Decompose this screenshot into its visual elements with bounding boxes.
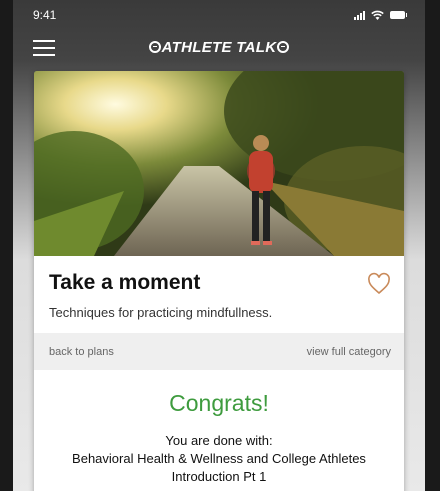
status-time: 9:41: [33, 8, 57, 22]
view-full-category-link[interactable]: view full category: [307, 346, 391, 358]
signal-icon: [354, 10, 365, 20]
wifi-icon: [371, 10, 384, 20]
status-bar: 9:41: [13, 0, 425, 30]
congrats-heading: Congrats!: [169, 390, 269, 416]
course-title-line-2: Introduction Pt 1: [171, 469, 267, 484]
done-label: You are done with:: [165, 433, 273, 448]
logo-text: ATHLETE TALK: [161, 39, 277, 56]
completion-section: Congrats! You are done with: Behavioral …: [34, 370, 404, 486]
back-to-plans-link[interactable]: back to plans: [49, 346, 114, 358]
hero-image: [34, 71, 404, 256]
top-navbar: ATHLETE TALK: [13, 30, 425, 66]
course-title-line-1: Behavioral Health & Wellness and College…: [72, 451, 366, 466]
logo-ring-left-icon: [148, 41, 161, 53]
app-logo: ATHLETE TALK: [13, 39, 425, 56]
plan-card: Take a moment Techniques for practicing …: [34, 71, 404, 491]
card-subtitle: Techniques for practicing mindfullness.: [49, 305, 273, 320]
card-title: Take a moment: [49, 271, 201, 294]
status-icons: [354, 10, 407, 20]
favorite-heart-icon[interactable]: [367, 272, 391, 296]
card-actions: back to plans view full category: [34, 333, 404, 370]
battery-icon: [390, 11, 407, 19]
phone-screen: 9:41 ATHLETE TALK Take a moment Techniqu…: [13, 0, 425, 491]
logo-ring-right-icon: [277, 41, 290, 53]
